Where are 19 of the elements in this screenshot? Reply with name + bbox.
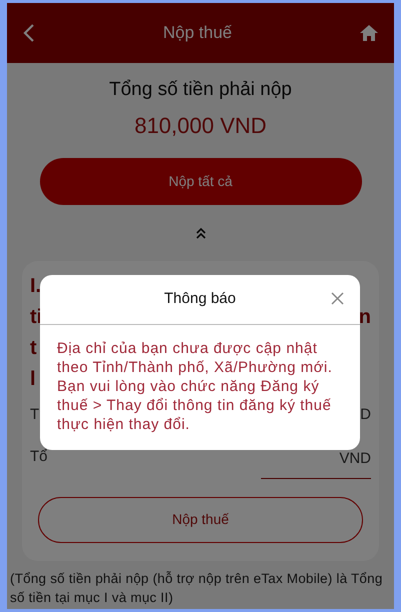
amount-value: D [360,405,371,426]
total-amount: 810,000 VND [134,112,267,140]
total-label: Tổng số tiền phải nộp [109,78,292,102]
section-title-fragment: t [30,336,37,361]
pay-tax-button[interactable]: Nộp thuế [38,496,363,542]
dialog-title: Thông báo [164,289,236,310]
dialog-message: Địa chỉ của bạn chưa được cập nhật theo Tỉnh/Thành phố, Xã/Phường mới. Bạn vui lòng vào chức năng Đăng ký thuế > Thay đổi thông tin đăng ký thuế thực hiện thay đổi. [56,339,334,435]
double-chevron-icon[interactable] [194,226,206,238]
amount-label: T [30,405,40,426]
back-icon[interactable] [23,23,35,43]
section-title-fragment: n [358,305,371,330]
section-title-fragment: l [30,367,36,392]
close-icon[interactable] [331,292,344,305]
section-title-fragment: I. [30,274,42,299]
amount-label: Tổ [30,447,48,468]
home-icon[interactable] [360,25,378,41]
pay-all-button[interactable]: Nộp tất cả [40,158,362,204]
window-title: Nộp thuế [163,22,232,44]
footnote-text: (Tổng số tiền phải nộp (hỗ trợ nộp trên eTax Mobile) là Tổng số tiền tại mục I và mục II) [9,570,384,606]
